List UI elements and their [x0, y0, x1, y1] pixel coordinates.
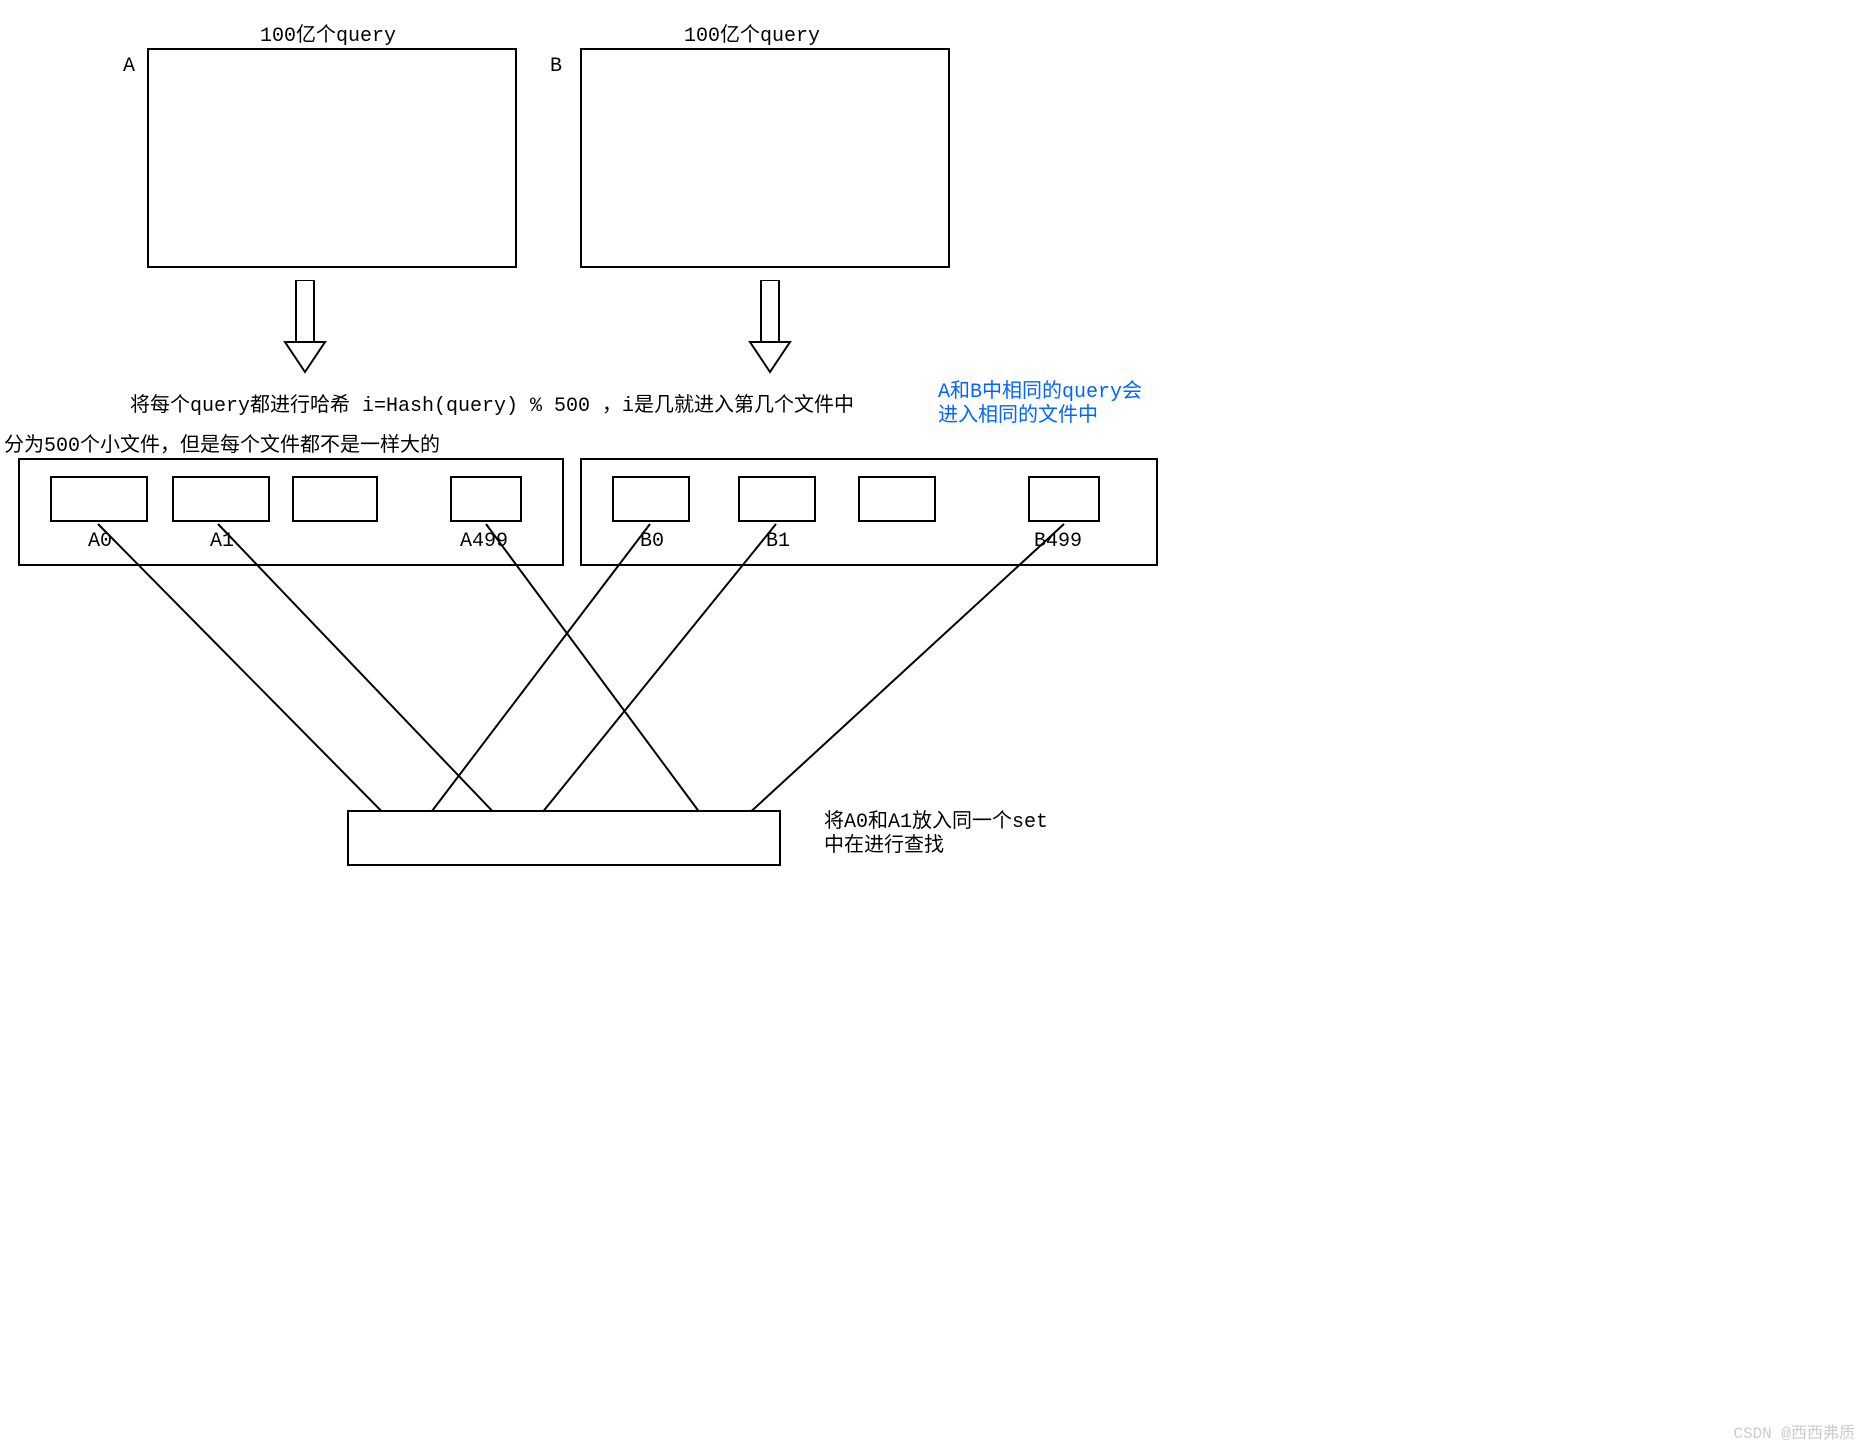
- bottom-text-line2: 中在进行查找: [824, 828, 944, 858]
- watermark: CSDN @西西弗质: [1733, 1419, 1855, 1443]
- set-box: [347, 810, 781, 866]
- converging-lines: [0, 0, 1200, 860]
